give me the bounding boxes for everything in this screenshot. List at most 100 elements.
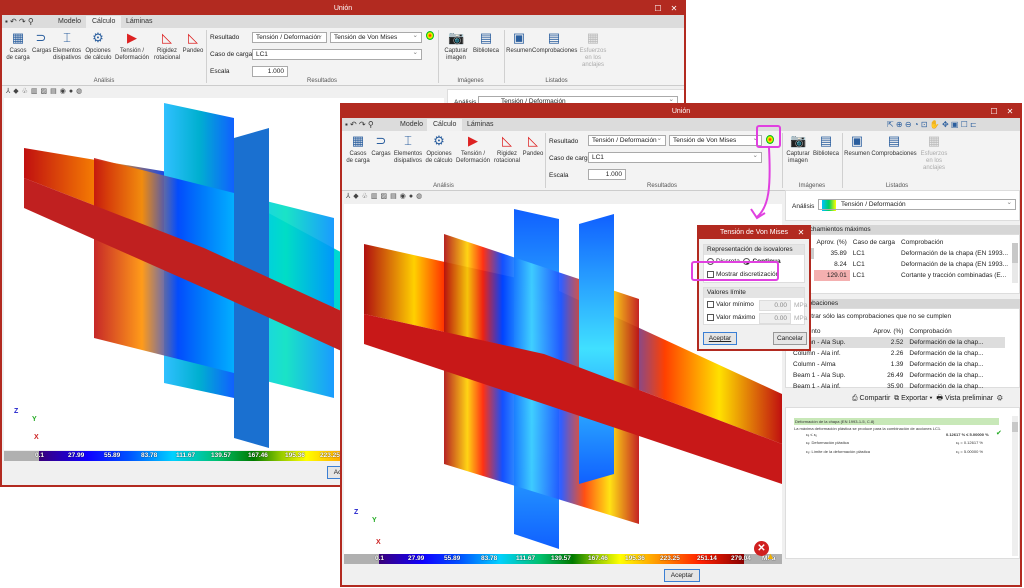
window-title: Unión [342, 105, 1020, 118]
esfuerzos-anclajes-button[interactable]: ▦ Esfuerzos en los anclajes [918, 133, 950, 172]
tab-modelo[interactable]: Modelo [394, 119, 429, 131]
table-row[interactable]: 35.89 LC1 Deformación de la chapa (EN 1993… [786, 248, 1011, 259]
front-window: Unión ☐ ✕ ▪ ↶ ↷ ⚲ Modelo Cálculo Láminas… [340, 103, 1022, 587]
close-button[interactable]: ✕ [1002, 105, 1018, 118]
loads-icon: ⊃ [35, 30, 47, 45]
rigidez-rotacional-button[interactable]: ◺ Rigidez rotacional [152, 30, 182, 62]
group-listados: Listados [885, 183, 909, 189]
resultado-sub-select[interactable]: Tensión de Von Mises [330, 31, 422, 43]
tab-modelo[interactable]: Modelo [52, 16, 87, 28]
library-icon: ▤ [819, 133, 833, 148]
color-scale-bar: 0.1 27.99 55.89 83.78 111.67 139.57 167.… [344, 554, 782, 564]
buckling-icon: ◺ [528, 133, 538, 148]
casos-de-carga-button[interactable]: ▦ Casos de carga [346, 133, 370, 165]
table-header: ElementoAprov. (%)Comprobación [793, 328, 952, 335]
close-button[interactable]: ✕ [666, 2, 682, 15]
capturar-imagen-button[interactable]: 📷 Capturar imagen [784, 133, 812, 165]
gear-icon[interactable]: ⚙ [997, 395, 1003, 402]
tab-calculo[interactable]: Cálculo [86, 16, 122, 28]
accept-button[interactable]: Aceptar [664, 569, 700, 582]
scrollbar[interactable] [1012, 243, 1018, 283]
escala-input[interactable]: 1.000 [252, 66, 288, 77]
tab-laminas[interactable]: Láminas [461, 119, 499, 131]
dialog-cancel-button[interactable]: Cancelar [773, 332, 807, 345]
dialog-close-button[interactable]: ✕ [793, 227, 809, 239]
table-row[interactable]: Beam 1 - Ala Sup. 26.49 Deformación de la … [790, 370, 1005, 381]
biblioteca-button[interactable]: ▤ Biblioteca [812, 133, 840, 158]
opciones-calculo-button[interactable]: ⚙ Opciones de cálculo [425, 133, 453, 165]
caso-select[interactable]: LC1 [588, 151, 762, 163]
color-scale-settings-icon[interactable] [426, 31, 434, 40]
tab-bar: ▪ ↶ ↷ ⚲ Modelo Cálculo Láminas [2, 15, 684, 28]
resultado-select[interactable]: Tensión / Deformación [588, 134, 666, 146]
pandeo-button[interactable]: ◺ Pandeo [522, 133, 544, 158]
tension-deformacion-button[interactable]: ▶ Tensión / Deformación [114, 30, 150, 62]
scrollbar[interactable] [1012, 416, 1018, 556]
camera-icon: 📷 [448, 30, 465, 45]
resumen-button[interactable]: ▣ Resumen [506, 30, 532, 55]
biblioteca-button[interactable]: ▤ Biblioteca [472, 30, 500, 55]
capturar-imagen-button[interactable]: 📷 Capturar imagen [442, 30, 470, 62]
load-cases-icon: ▦ [11, 30, 25, 45]
resultado-select[interactable]: Tensión / Deformación [252, 31, 327, 43]
resumen-button[interactable]: ▣ Resumen [844, 133, 870, 158]
highlight-color-settings [756, 125, 781, 148]
cargas-button[interactable]: ⊃ Cargas [371, 133, 391, 158]
casos-de-carga-button[interactable]: ▦ Casos de carga [6, 30, 30, 62]
table-row[interactable]: 8.24 LC1 Deformación de la chapa (EN 1993.… [786, 259, 1011, 270]
quick-access-icons[interactable]: ▪ ↶ ↷ ⚲ [345, 120, 374, 129]
max-value-input[interactable]: 0.00 [759, 313, 791, 324]
min-value-checkbox[interactable]: Valor mínimo [707, 301, 754, 308]
gear-icon: ⚙ [433, 133, 445, 148]
maximize-button[interactable]: ☐ [650, 2, 666, 15]
table-row[interactable]: Column - Alma 1.39 Deformación de la chap.… [790, 359, 1005, 370]
table-row[interactable]: Beam 1 - Ala inf. 35.90 Deformación de la … [790, 381, 1005, 392]
max-usage-table: Aprov. (%) Caso de carga Comprobación 35.8… [785, 234, 1020, 294]
rigidez-rotacional-button[interactable]: ◺ Rigidez rotacional [492, 133, 522, 165]
tab-calculo[interactable]: Cálculo [427, 119, 463, 131]
loads-icon: ⊃ [375, 133, 387, 148]
checks-panel: Mostrar sólo las comprobaciones que no s… [785, 308, 1020, 390]
cargas-button[interactable]: ⊃ Cargas [32, 30, 51, 55]
dialog-accept-button[interactable]: Aceptar [703, 332, 737, 345]
elementos-disipativos-button[interactable]: ⌶ Elementos disipativos [393, 133, 423, 165]
play-icon: ▶ [468, 133, 478, 148]
analysis-select[interactable]: Tensión / Deformación [818, 198, 1016, 210]
table-row[interactable]: 129.01 LC1 Cortante y tracción combinadas … [786, 270, 1011, 281]
table-row[interactable]: Column - Ala inf. 2.26 Deformación de la c… [790, 348, 1005, 359]
share-button[interactable]: ⎙ Compartir [852, 395, 890, 402]
report-toolbar: ⎙ Compartir ⧉ Exportar ▾ 🖶 Vista prelimi… [852, 394, 1003, 405]
export-button[interactable]: ⧉ Exportar ▾ [894, 395, 932, 402]
comprobaciones-button[interactable]: ▤ Comprobaciones [532, 30, 577, 55]
divider [504, 30, 505, 83]
warning-icon[interactable]: ▲ [766, 551, 775, 561]
group-analisis: Análisis [93, 78, 115, 84]
only-failing-checkbox[interactable]: Mostrar sólo las comprobaciones que no s… [790, 313, 951, 320]
opciones-calculo-button[interactable]: ⚙ Opciones de cálculo [84, 30, 112, 62]
tension-deformacion-button[interactable]: ▶ Tensión / Deformación [455, 133, 491, 165]
anchors-icon: ▦ [586, 30, 600, 45]
min-value-input[interactable]: 0.00 [759, 300, 791, 311]
tab-bar: ▪ ↶ ↷ ⚲ Modelo Cálculo Láminas ⇱ ⊕ ⊖ ◔ ⊡… [342, 118, 1020, 131]
von-mises-dialog: Tensión de Von Mises ✕ Representación de… [697, 225, 811, 351]
annotation-arrow [750, 147, 771, 220]
esfuerzos-anclajes-button[interactable]: ▦ Esfuerzos en los anclajes [578, 30, 608, 69]
resultado-sub-select[interactable]: Tensión de Von Mises [669, 134, 762, 146]
caso-select[interactable]: LC1 [252, 48, 422, 60]
camera-icon: 📷 [790, 133, 807, 148]
pandeo-button[interactable]: ◺ Pandeo [182, 30, 204, 55]
escala-input[interactable]: 1.000 [588, 169, 626, 180]
checks-icon: ▤ [547, 30, 561, 45]
escala-label: Escala [210, 68, 230, 75]
limits-group: Valores límite Valor mínimo 0.00 MPa Val… [703, 287, 807, 325]
comprobaciones-button[interactable]: ▤ Comprobaciones [871, 133, 917, 158]
tab-laminas[interactable]: Láminas [120, 16, 158, 28]
max-value-checkbox[interactable]: Valor máximo [707, 314, 755, 321]
preview-button[interactable]: 🖶 Vista preliminar [936, 395, 993, 402]
quick-access-icons[interactable]: ▪ ↶ ↷ ⚲ [5, 17, 34, 26]
elementos-disipativos-button[interactable]: ⌶ Elementos disipativos [52, 30, 82, 62]
table-header: Aprov. (%) Caso de carga Comprobación [816, 239, 944, 246]
view-nav-icons[interactable]: ⇱ ⊕ ⊖ ◔ ⊡ ✋ ✥ ▣ ☐ ⊏ [887, 120, 977, 129]
maximize-button[interactable]: ☐ [986, 105, 1002, 118]
table-row[interactable]: Column - Ala Sup. 2.52 Deformación de la c… [790, 337, 1005, 348]
